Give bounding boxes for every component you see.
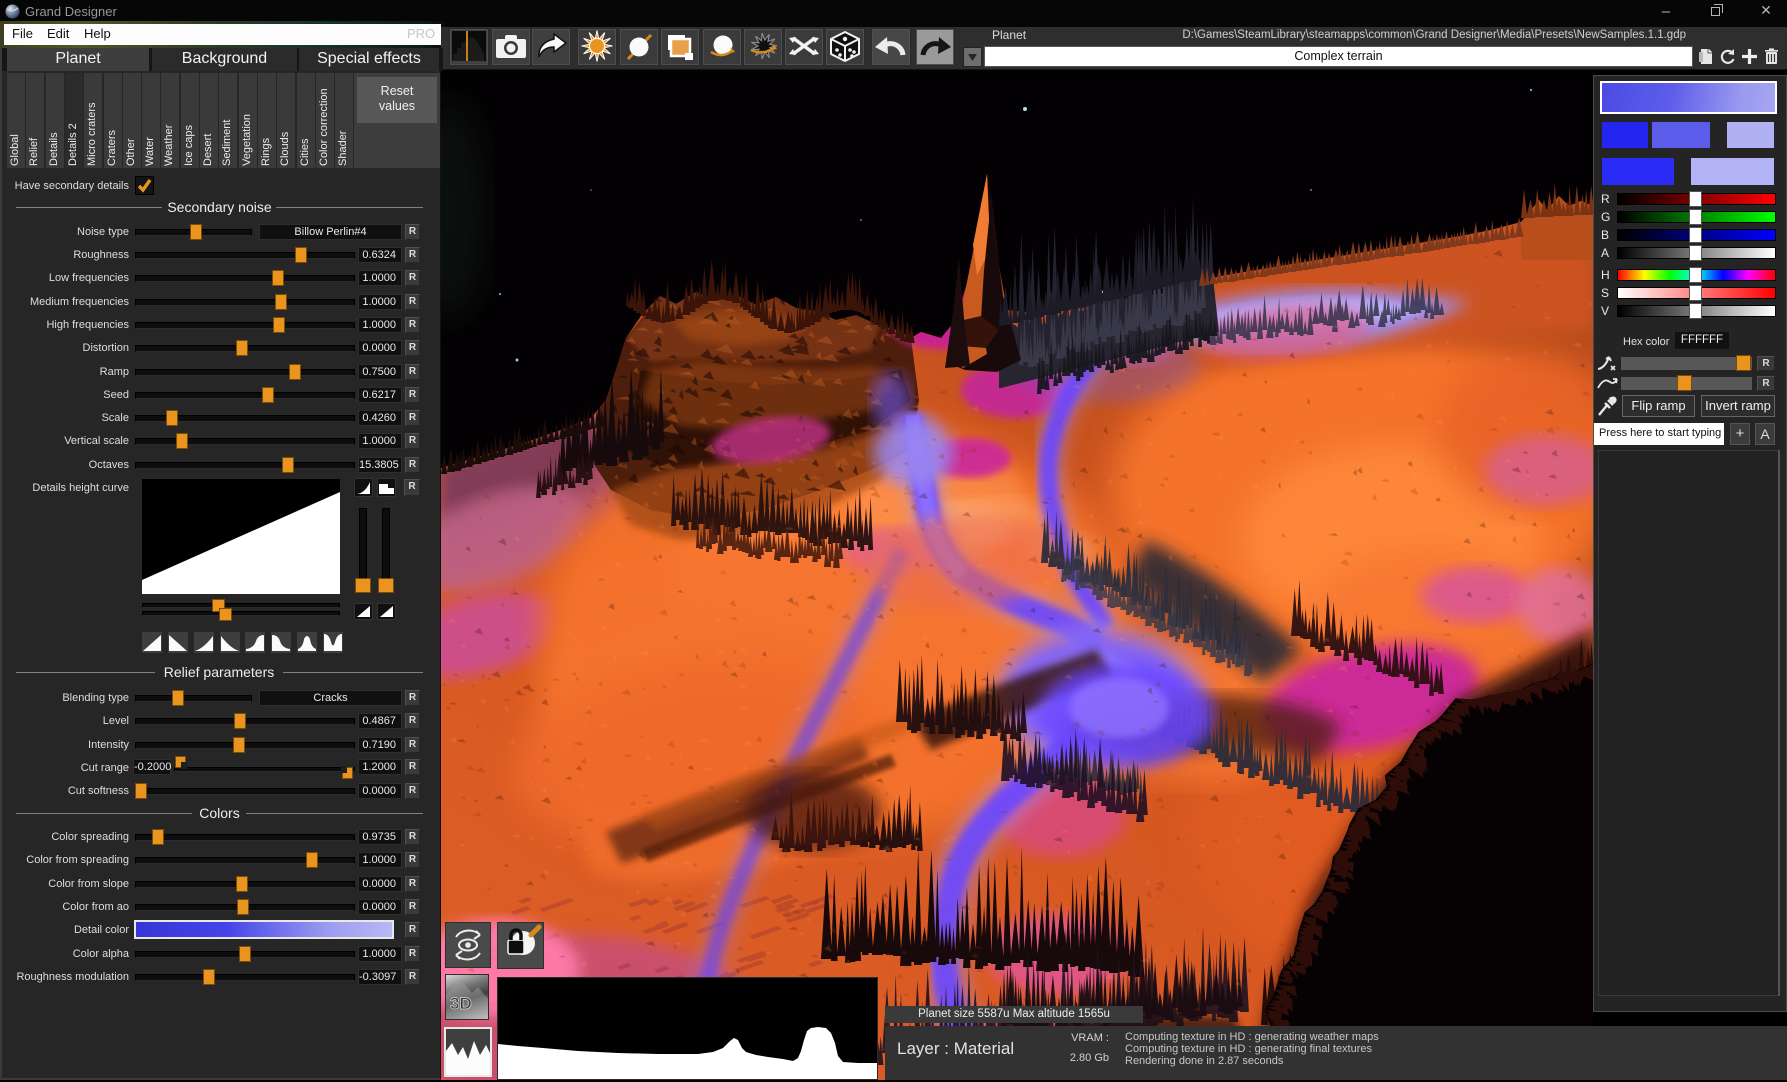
svg-text:3D: 3D — [450, 994, 472, 1013]
